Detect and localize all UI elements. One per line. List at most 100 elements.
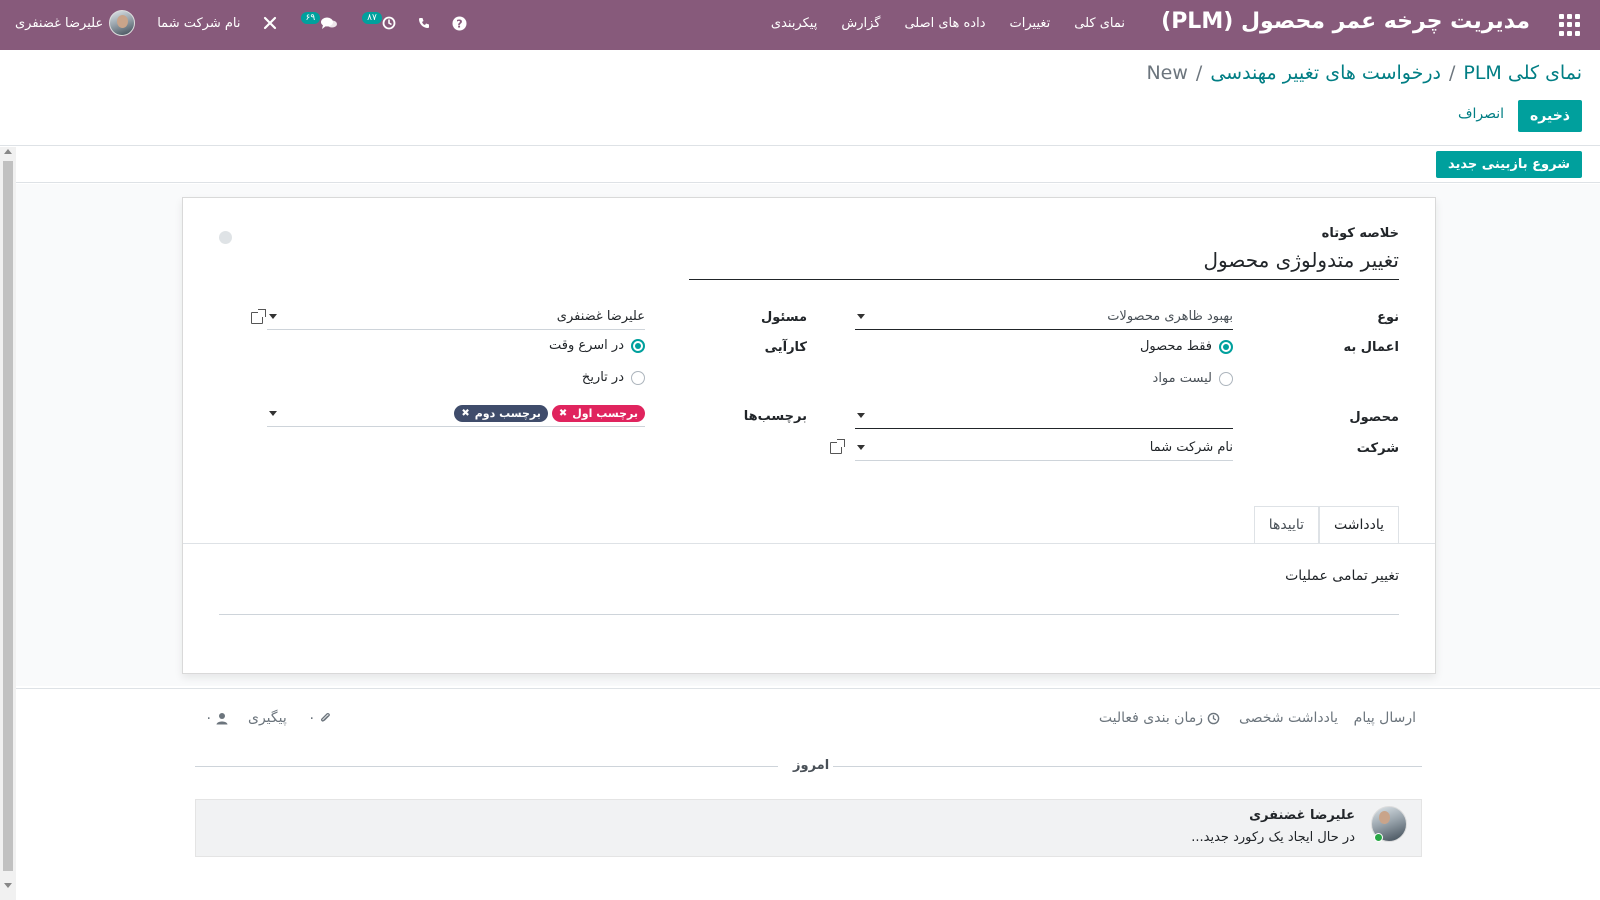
date-divider-line [833,766,1422,767]
chevron-down-icon [857,314,865,319]
chevron-down-icon [269,411,277,416]
remove-tag-icon[interactable]: ✖ [461,408,469,419]
online-status-icon [1374,833,1383,842]
schedule-activity-button[interactable]: زمان بندی فعالیت [1099,710,1220,726]
summary-label: خلاصه کوتاه [1321,226,1399,241]
radio-checked-icon [1219,339,1233,354]
main-menu: نمای کلی تغییرات داده های اصلی گزارش پیک… [771,16,1125,31]
user-menu[interactable]: علیرضا غضنفری [15,10,136,36]
type-select[interactable]: بهبود ظاهری محصولات [855,304,1233,330]
breadcrumb-current: New [1146,62,1188,84]
systray: علیرضا غضنفری نام شرکت شما ۶۹ ۸۷ ? [15,10,467,36]
chevron-down-icon [857,413,865,418]
form-sheet: خلاصه کوتاه تغییر متدولوژی محصول نوع بهب… [182,197,1436,674]
date-divider-label: امروز [793,758,830,773]
type-label: نوع [1377,310,1399,325]
debug-tools-icon[interactable] [263,16,277,30]
scrollbar-thumb[interactable] [3,161,13,871]
responsible-external-link-icon[interactable] [251,309,266,324]
follow-button[interactable]: پیگیری [248,710,287,726]
schedule-activity-label: زمان بندی فعالیت [1098,710,1203,726]
scroll-down-arrow-icon[interactable] [4,883,12,888]
chevron-down-icon [269,314,277,319]
summary-input[interactable]: تغییر متدولوژی محصول [689,246,1399,280]
phone-icon[interactable] [418,17,430,29]
chatter-message: علیرضا غضنفری در حال ایجاد یک رکورد جدید… [195,799,1422,857]
page-scrollbar[interactable] [0,147,16,900]
apply-option-label: فقط محصول [1139,339,1212,354]
attachments-button[interactable]: ۰ [308,710,331,726]
user-name: علیرضا غضنفری [15,15,104,31]
menu-changes[interactable]: تغییرات [1010,16,1051,31]
followers-count: ۰ [205,710,213,726]
radio-unchecked-icon [631,370,645,385]
user-avatar [109,10,136,36]
messages-icon[interactable]: ۶۹ [299,12,339,30]
product-select[interactable] [855,403,1233,429]
effectivity-label: کارآیی [764,340,807,355]
apply-to-product-only-radio[interactable]: فقط محصول [1140,339,1233,354]
menu-overview[interactable]: نمای کلی [1074,16,1125,31]
tag-chip[interactable]: برچسب دوم ✖ [454,405,548,422]
apply-to-bom-radio[interactable]: لیست مواد [1153,371,1233,386]
control-panel: نمای کلی PLM / درخواست های تغییر مهندسی … [0,50,1600,146]
tag-label: برچسب اول [572,407,638,420]
log-note-button[interactable]: یادداشت شخصی [1239,710,1338,726]
message-body: در حال ایجاد یک رکورد جدید... [1191,830,1355,845]
company-external-link-icon[interactable] [830,439,845,454]
notebook-tabs: یادداشت تاییدها [1253,506,1399,544]
effectivity-date-radio[interactable]: در تاریخ [582,370,645,385]
message-author[interactable]: علیرضا غضنفری [1249,808,1355,823]
paperclip-icon [320,713,330,722]
breadcrumb: نمای کلی PLM / درخواست های تغییر مهندسی … [1146,62,1582,84]
tag-chip[interactable]: برچسب اول ✖ [551,405,645,422]
apps-menu-icon[interactable] [1558,14,1580,36]
tags-list: برچسب اول ✖ برچسب دوم ✖ [454,405,645,422]
help-icon[interactable]: ? [452,16,467,31]
app-brand-title[interactable]: مدیریت چرخه عمر محصول (PLM) [1161,9,1530,34]
note-underline [219,614,1399,615]
effectivity-asap-radio[interactable]: در اسرع وقت [549,338,645,353]
followers-button[interactable]: ۰ [205,710,228,726]
activities-badge: ۸۷ [362,12,382,24]
svg-text:?: ? [456,17,462,30]
scroll-up-arrow-icon[interactable] [4,149,12,154]
tab-approvals[interactable]: تاییدها [1253,506,1319,544]
remove-tag-icon[interactable]: ✖ [559,408,567,419]
send-message-button[interactable]: ارسال پیام [1354,710,1416,726]
menu-master-data[interactable]: داده های اصلی [904,16,985,31]
responsible-label: مسئول [760,310,807,325]
activities-icon[interactable]: ۸۷ [360,12,396,30]
tabs-divider [183,543,1435,544]
attachments-count: ۰ [308,710,316,726]
effectivity-option-label: در اسرع وقت [548,338,624,353]
breadcrumb-separator: / [1195,62,1203,84]
messages-badge: ۶۹ [300,12,321,24]
breadcrumb-root[interactable]: نمای کلی PLM [1463,62,1582,84]
menu-configuration[interactable]: پیکربندی [771,16,817,31]
start-new-revision-button[interactable]: شروع بازبینی جدید [1435,151,1582,178]
tab-note[interactable]: یادداشت [1319,506,1399,544]
company-select[interactable]: نام شرکت شما [855,435,1233,461]
discard-button[interactable]: انصراف [1458,106,1504,122]
company-switcher[interactable]: نام شرکت شما [157,16,240,31]
responsible-select[interactable]: علیرضا غضنفری [267,304,645,330]
menu-reporting[interactable]: گزارش [841,16,880,31]
save-button[interactable]: ذخیره [1518,100,1582,132]
chatter-divider [16,688,1600,689]
kanban-state-icon[interactable] [219,231,232,244]
tags-select[interactable]: برچسب اول ✖ برچسب دوم ✖ [267,401,645,427]
top-navbar: مدیریت چرخه عمر محصول (PLM) نمای کلی تغی… [0,0,1600,50]
breadcrumb-parent[interactable]: درخواست های تغییر مهندسی [1210,62,1441,84]
product-label: محصول [1349,410,1399,425]
apply-option-label: لیست مواد [1152,371,1212,386]
type-value: بهبود ظاهری محصولات [1107,309,1233,324]
date-divider-line [195,766,778,767]
form-statusbar: شروع بازبینی جدید [16,147,1600,183]
radio-unchecked-icon [1219,371,1233,386]
radio-checked-icon [631,338,645,353]
company-value: نام شرکت شما [1149,440,1233,455]
note-content[interactable]: تغییر تمامی عملیات [1285,568,1399,584]
clock-icon [1207,712,1220,724]
company-name: نام شرکت شما [157,15,241,31]
